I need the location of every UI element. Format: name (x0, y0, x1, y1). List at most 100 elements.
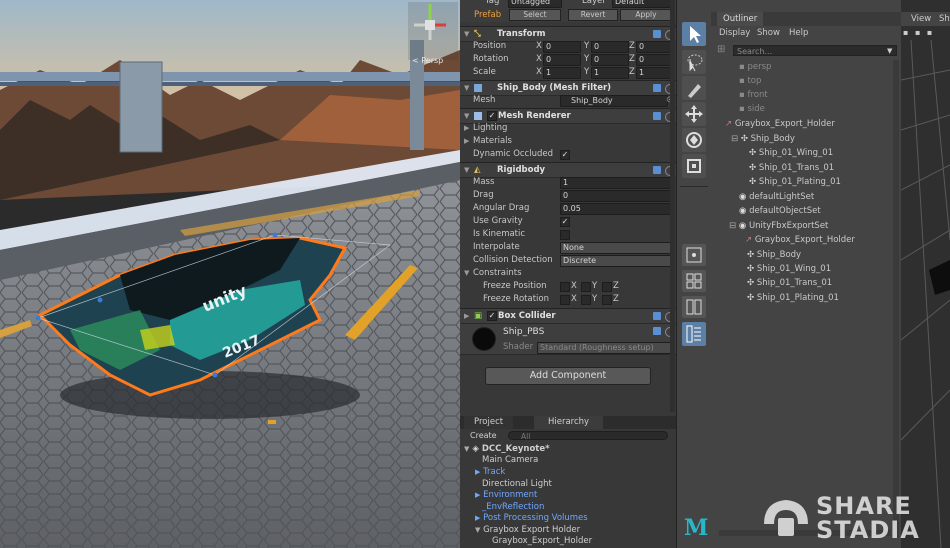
collapse-icon[interactable]: ⊟ (729, 221, 736, 231)
rotation-x-field[interactable]: 0 (543, 54, 581, 66)
tab-hierarchy[interactable]: Hierarchy (534, 416, 604, 429)
help-icon[interactable] (653, 30, 661, 38)
viewport-shading-menu[interactable]: Sh (939, 14, 950, 24)
outliner-item[interactable]: ✣ Ship_01_Wing_01 (747, 263, 831, 276)
freeze-position-z-checkbox[interactable] (602, 282, 612, 292)
outliner-item-persp[interactable]: ▪ persp (739, 61, 771, 74)
interpolate-dropdown[interactable]: None (560, 242, 672, 254)
outliner-item[interactable]: ✣ Ship_01_Trans_01 (749, 162, 834, 175)
outliner-item-front[interactable]: ▪ front (739, 89, 768, 102)
box-collider-header[interactable]: ▶ ▣ ✓ Box Collider (460, 308, 676, 324)
outliner-item-top[interactable]: ▪ top (739, 75, 761, 88)
position-z-field[interactable]: 0 (636, 41, 674, 53)
menu-display[interactable]: Display (719, 28, 750, 38)
prefab-revert-button[interactable]: Revert (568, 9, 618, 21)
foldout-icon[interactable]: ▼ (464, 163, 469, 177)
hierarchy-item[interactable]: Graybox_Export_Holder (492, 536, 592, 547)
outliner-item[interactable]: ↗ Graybox_Export_Holder (725, 118, 835, 131)
help-icon[interactable] (653, 112, 661, 120)
foldout-icon[interactable]: ▼ (464, 267, 469, 280)
outliner-item[interactable]: ✣ Ship_Body (747, 249, 801, 262)
prefab-apply-button[interactable]: Apply (620, 9, 672, 21)
lasso-tool-button[interactable] (682, 50, 706, 74)
angular-drag-field[interactable]: 0.05 (560, 203, 672, 215)
chevron-down-icon[interactable]: ▼ (887, 47, 892, 55)
outliner-item[interactable]: ⊟ ✣ Ship_Body (731, 133, 795, 146)
foldout-icon[interactable]: ▼ (464, 81, 469, 95)
outliner-item[interactable]: ◉ defaultLightSet (739, 191, 814, 204)
freeze-rotation-y-checkbox[interactable] (581, 295, 591, 305)
rotation-z-field[interactable]: 0 (636, 54, 674, 66)
help-icon[interactable] (653, 166, 661, 174)
hierarchy-item[interactable]: _EnvReflection (482, 502, 544, 513)
lighting-foldout[interactable]: Lighting (473, 122, 507, 135)
outliner-item[interactable]: ↗ Graybox_Export_Holder (745, 234, 855, 247)
outliner-item[interactable]: ✣ Ship_01_Trans_01 (747, 277, 832, 290)
outliner-item[interactable]: ◉ defaultObjectSet (739, 205, 821, 218)
position-y-field[interactable]: 0 (591, 41, 629, 53)
create-dropdown[interactable]: Create (470, 431, 497, 440)
scale-x-field[interactable]: 1 (543, 67, 581, 79)
help-icon[interactable] (653, 312, 661, 320)
position-x-field[interactable]: 0 (543, 41, 581, 53)
mass-field[interactable]: 1 (560, 177, 672, 189)
scene-root-item[interactable]: ▼ ◈ DCC_Keynote* (464, 444, 550, 455)
four-pane-layout-button[interactable] (682, 270, 706, 292)
help-icon[interactable] (653, 84, 661, 92)
single-pane-layout-button[interactable] (682, 244, 706, 266)
scene-view[interactable]: unity 2017 < Persp (0, 0, 460, 548)
menu-help[interactable]: Help (789, 28, 808, 38)
hierarchy-search-input[interactable]: All (508, 431, 668, 441)
foldout-icon[interactable]: ▼ (464, 445, 469, 453)
move-tool-button[interactable] (682, 102, 706, 126)
hierarchy-item[interactable]: ▶ Post Processing Volumes (475, 513, 588, 524)
outliner-item[interactable]: ✣ Ship_01_Plating_01 (749, 176, 841, 189)
foldout-icon[interactable]: ▶ (464, 135, 469, 148)
foldout-icon[interactable]: ▼ (475, 526, 480, 534)
hierarchy-item[interactable]: Main Camera (482, 455, 538, 466)
dynamic-occluded-checkbox[interactable]: ✓ (560, 150, 570, 160)
add-component-button[interactable]: Add Component (485, 367, 651, 385)
scale-y-field[interactable]: 1 (591, 67, 629, 79)
foldout-icon[interactable]: ▶ (475, 514, 480, 522)
outliner-tab[interactable]: Outliner (717, 12, 764, 26)
outliner-item[interactable]: ⊟ ◉ UnityFbxExportSet (729, 220, 828, 233)
outliner-search-input[interactable]: Search... (733, 45, 897, 56)
tab-project[interactable]: Project (464, 416, 514, 429)
foldout-icon[interactable]: ▼ (464, 27, 469, 41)
outliner-item-side[interactable]: ▪ side (739, 103, 765, 116)
filter-icon[interactable]: ⊞ (717, 44, 729, 56)
hierarchy-item[interactable]: ▶ Track (475, 467, 505, 478)
prefab-select-button[interactable]: Select (509, 9, 561, 21)
is-kinematic-checkbox[interactable] (560, 230, 570, 240)
inspector-scrollbar[interactable] (670, 0, 675, 412)
foldout-icon[interactable]: ▶ (475, 468, 480, 476)
freeze-position-x-checkbox[interactable] (560, 282, 570, 292)
scale-z-field[interactable]: 1 (636, 67, 674, 79)
freeze-position-y-checkbox[interactable] (581, 282, 591, 292)
outliner-vertical-scrollbar[interactable] (893, 60, 899, 538)
foldout-icon[interactable]: ▶ (475, 491, 480, 499)
maya-viewport[interactable]: View Sh ▪ ▪ ▪ (901, 0, 950, 548)
constraints-foldout[interactable]: Constraints (473, 267, 522, 280)
freeze-rotation-z-checkbox[interactable] (602, 295, 612, 305)
viewport-view-menu[interactable]: View (911, 14, 931, 24)
hierarchy-item[interactable]: ▼ Graybox Export Holder (475, 525, 580, 536)
shader-dropdown[interactable]: Standard (Roughness setup) (537, 342, 673, 354)
hierarchy-item[interactable]: Directional Light (482, 479, 552, 490)
materials-foldout[interactable]: Materials (473, 135, 512, 148)
rotate-tool-button[interactable] (682, 128, 706, 152)
outliner-item[interactable]: ✣ Ship_01_Wing_01 (749, 147, 833, 160)
collision-detection-dropdown[interactable]: Discrete (560, 255, 672, 267)
component-enabled-checkbox[interactable]: ✓ (487, 311, 497, 321)
menu-show[interactable]: Show (757, 28, 780, 38)
component-enabled-checkbox[interactable]: ✓ (487, 111, 497, 121)
foldout-icon[interactable]: ▶ (464, 122, 469, 135)
outliner-layout-button[interactable] (682, 322, 706, 346)
collapse-icon[interactable]: ⊟ (731, 134, 738, 144)
paint-select-tool-button[interactable] (682, 76, 706, 100)
rotation-y-field[interactable]: 0 (591, 54, 629, 66)
foldout-icon[interactable]: ▶ (464, 309, 469, 323)
use-gravity-checkbox[interactable]: ✓ (560, 217, 570, 227)
side-by-side-layout-button[interactable] (682, 296, 706, 318)
